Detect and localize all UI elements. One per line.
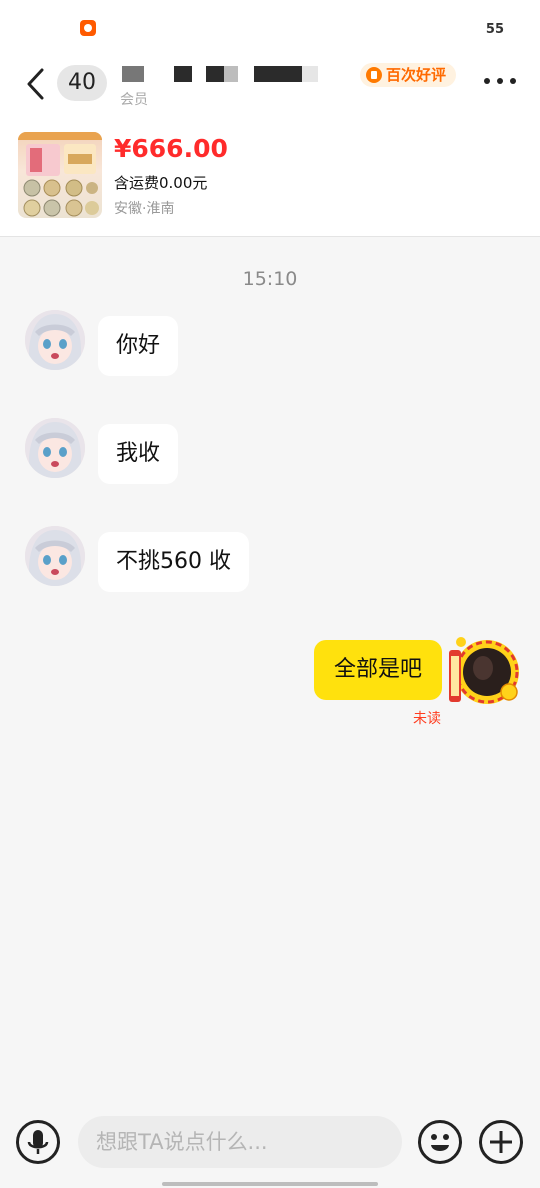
voice-button[interactable] <box>16 1120 60 1164</box>
product-card[interactable]: ¥666.00 含运费0.00元 安徽·淮南 <box>0 120 540 237</box>
more-button[interactable] <box>484 78 516 84</box>
composer-bar <box>0 1100 540 1188</box>
add-button[interactable] <box>479 1120 523 1164</box>
chat-header: 40 会员 百次好评 <box>0 50 540 120</box>
unread-count-badge[interactable]: 40 <box>57 65 107 101</box>
status-bar: 55 <box>0 0 540 50</box>
message-bubble-incoming[interactable]: 我收 <box>98 424 179 484</box>
thumb-up-icon <box>366 67 382 83</box>
avatar[interactable] <box>25 526 85 586</box>
more-icon <box>484 78 490 84</box>
home-indicator[interactable] <box>162 1182 378 1186</box>
message-bubble-incoming[interactable]: 不挑560 收 <box>98 532 249 592</box>
emoji-button[interactable] <box>418 1120 462 1164</box>
plus-icon <box>490 1131 512 1153</box>
message-input[interactable] <box>78 1116 402 1168</box>
avatar[interactable] <box>25 310 85 370</box>
product-image <box>18 132 102 218</box>
app-notification-icon <box>80 20 96 36</box>
emoji-icon <box>431 1134 449 1151</box>
message-timestamp: 15:10 <box>242 268 298 290</box>
message-bubble-outgoing[interactable]: 全部是吧 <box>313 640 442 700</box>
shipping-fee: 含运费0.00元 <box>114 174 208 192</box>
battery-level: 55 <box>485 22 504 37</box>
unread-status: 未读 <box>413 711 441 727</box>
product-price: ¥666.00 <box>114 134 228 163</box>
product-location: 安徽·淮南 <box>114 201 175 217</box>
back-button[interactable] <box>22 66 52 102</box>
rating-badge: 百次好评 <box>360 63 457 87</box>
rating-badge-label: 百次好评 <box>386 66 447 84</box>
seller-subtitle: 会员 <box>120 92 148 108</box>
avatar[interactable] <box>25 418 85 478</box>
back-arrow-icon <box>27 68 44 100</box>
message-bubble-incoming[interactable]: 你好 <box>98 316 179 376</box>
my-avatar[interactable] <box>447 636 523 708</box>
microphone-icon <box>27 1130 49 1154</box>
